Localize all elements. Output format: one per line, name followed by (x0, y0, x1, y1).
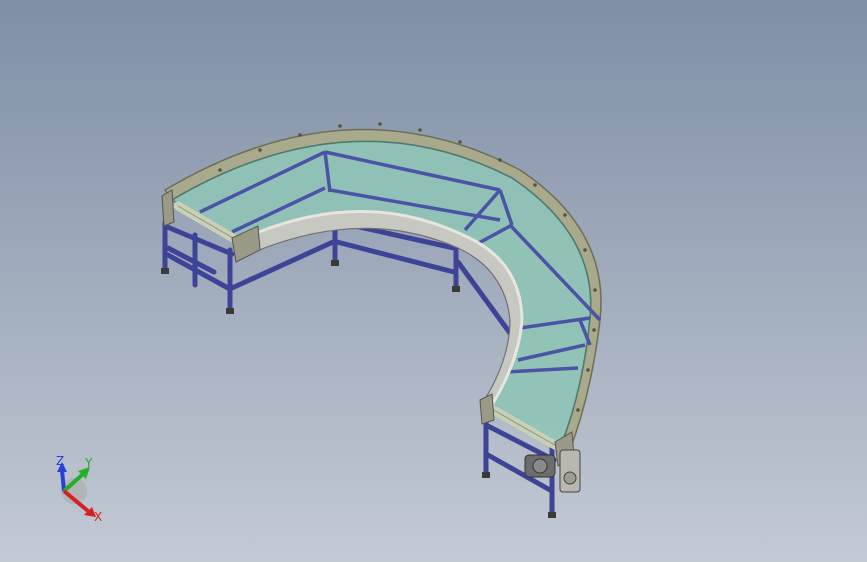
orientation-triad: Z Y X (56, 455, 102, 524)
curved-conveyor-model[interactable] (0, 0, 867, 562)
y-axis-label: Y (84, 456, 93, 470)
z-axis-label: Z (56, 455, 64, 468)
x-axis-label: X (94, 510, 102, 524)
graphics-viewport[interactable]: Z Y X (0, 0, 867, 562)
